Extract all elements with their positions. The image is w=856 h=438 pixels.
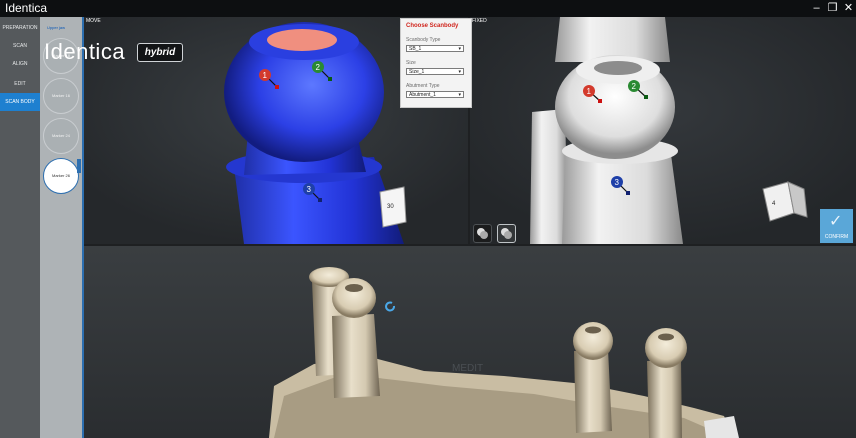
- chevron-down-icon: ▾: [458, 92, 461, 98]
- check-icon: ✓: [829, 213, 843, 230]
- panel-title: Choose Scanbody: [406, 23, 459, 29]
- title-bar: Identica – ❐ ✕: [0, 0, 856, 17]
- svg-text:1: 1: [587, 87, 592, 96]
- view-toggle-button[interactable]: [473, 224, 492, 243]
- medit-watermark: MEDIT: [452, 363, 483, 374]
- overlay-icon: [477, 228, 488, 239]
- overlay-icon: [501, 228, 512, 239]
- abutment-type-select[interactable]: Abutment_1 ▾: [406, 91, 464, 98]
- minimize-icon[interactable]: –: [810, 1, 823, 15]
- sidebar-item-scan-body[interactable]: SCAN BODY: [0, 93, 40, 111]
- fixed-view-label: FIXED: [472, 18, 487, 24]
- close-icon[interactable]: ✕: [842, 1, 855, 15]
- confirm-label: CONFIRM: [824, 234, 849, 240]
- sidebar-item-scan[interactable]: SCAN: [0, 37, 40, 55]
- abutment-type-label: Abutment Type: [406, 83, 440, 89]
- sidebar-item-preparation[interactable]: PREPARATION: [0, 19, 40, 37]
- sidebar-item-edit[interactable]: EDIT: [0, 75, 40, 93]
- size-label: Size: [406, 60, 416, 66]
- workflow-sidebar: PREPARATION SCAN ALIGN EDIT SCAN BODY: [0, 17, 40, 438]
- sidebar-item-label: ALIGN: [12, 61, 28, 67]
- size-select[interactable]: Size_1 ▾: [406, 68, 464, 75]
- marker-16-button[interactable]: Marker 16: [43, 78, 79, 114]
- restore-icon[interactable]: ❐: [826, 1, 839, 15]
- scan-viewport[interactable]: MEDIT: [84, 246, 856, 438]
- marker-24-button[interactable]: Marker 24: [43, 118, 79, 154]
- sidebar-item-label: EDIT: [14, 81, 26, 87]
- svg-text:2: 2: [632, 82, 637, 91]
- confirm-button[interactable]: ✓ CONFIRM: [820, 209, 853, 243]
- sidebar-item-label: PREPARATION: [2, 25, 38, 31]
- view-toggle-button-selected[interactable]: [497, 224, 516, 243]
- marker-26-button[interactable]: Marker 26: [43, 158, 79, 194]
- chevron-down-icon: ▾: [458, 46, 461, 52]
- chevron-down-icon: ▾: [458, 69, 461, 75]
- app-title: Identica: [5, 1, 48, 15]
- cube-navigator[interactable]: 4: [762, 181, 808, 222]
- svg-text:2: 2: [316, 63, 321, 72]
- active-marker-indicator: [77, 159, 81, 173]
- jaw-scan-model: MEDIT: [84, 246, 856, 438]
- hybrid-badge: hybrid: [137, 43, 183, 62]
- move-view-label: MOVE: [86, 18, 101, 24]
- sidebar-item-label: SCAN: [13, 43, 27, 49]
- cube-navigator[interactable]: 30: [379, 186, 407, 228]
- cube-face-label: 30: [387, 204, 394, 210]
- svg-text:3: 3: [307, 185, 312, 194]
- identica-logo: Identica: [44, 39, 126, 64]
- marker-panel: Upper jaw Marker 18 Marker 16 Marker 24 …: [40, 17, 84, 438]
- svg-text:3: 3: [615, 178, 620, 187]
- fixed-viewport[interactable]: 4 1 2 3 FIXED: [470, 17, 856, 244]
- svg-text:1: 1: [263, 71, 268, 80]
- sidebar-item-label: SCAN BODY: [5, 99, 35, 105]
- jaw-selector[interactable]: Upper jaw: [47, 25, 81, 30]
- scanbody-type-select[interactable]: SB_1 ▾: [406, 45, 464, 52]
- fixed-scanbody-model: 4 1 2 3: [470, 17, 856, 244]
- scanbody-type-label: Scanbody Type: [406, 37, 441, 43]
- sidebar-item-align[interactable]: ALIGN: [0, 55, 40, 73]
- choose-scanbody-panel: Choose Scanbody Scanbody Type SB_1 ▾ Size…: [400, 18, 472, 108]
